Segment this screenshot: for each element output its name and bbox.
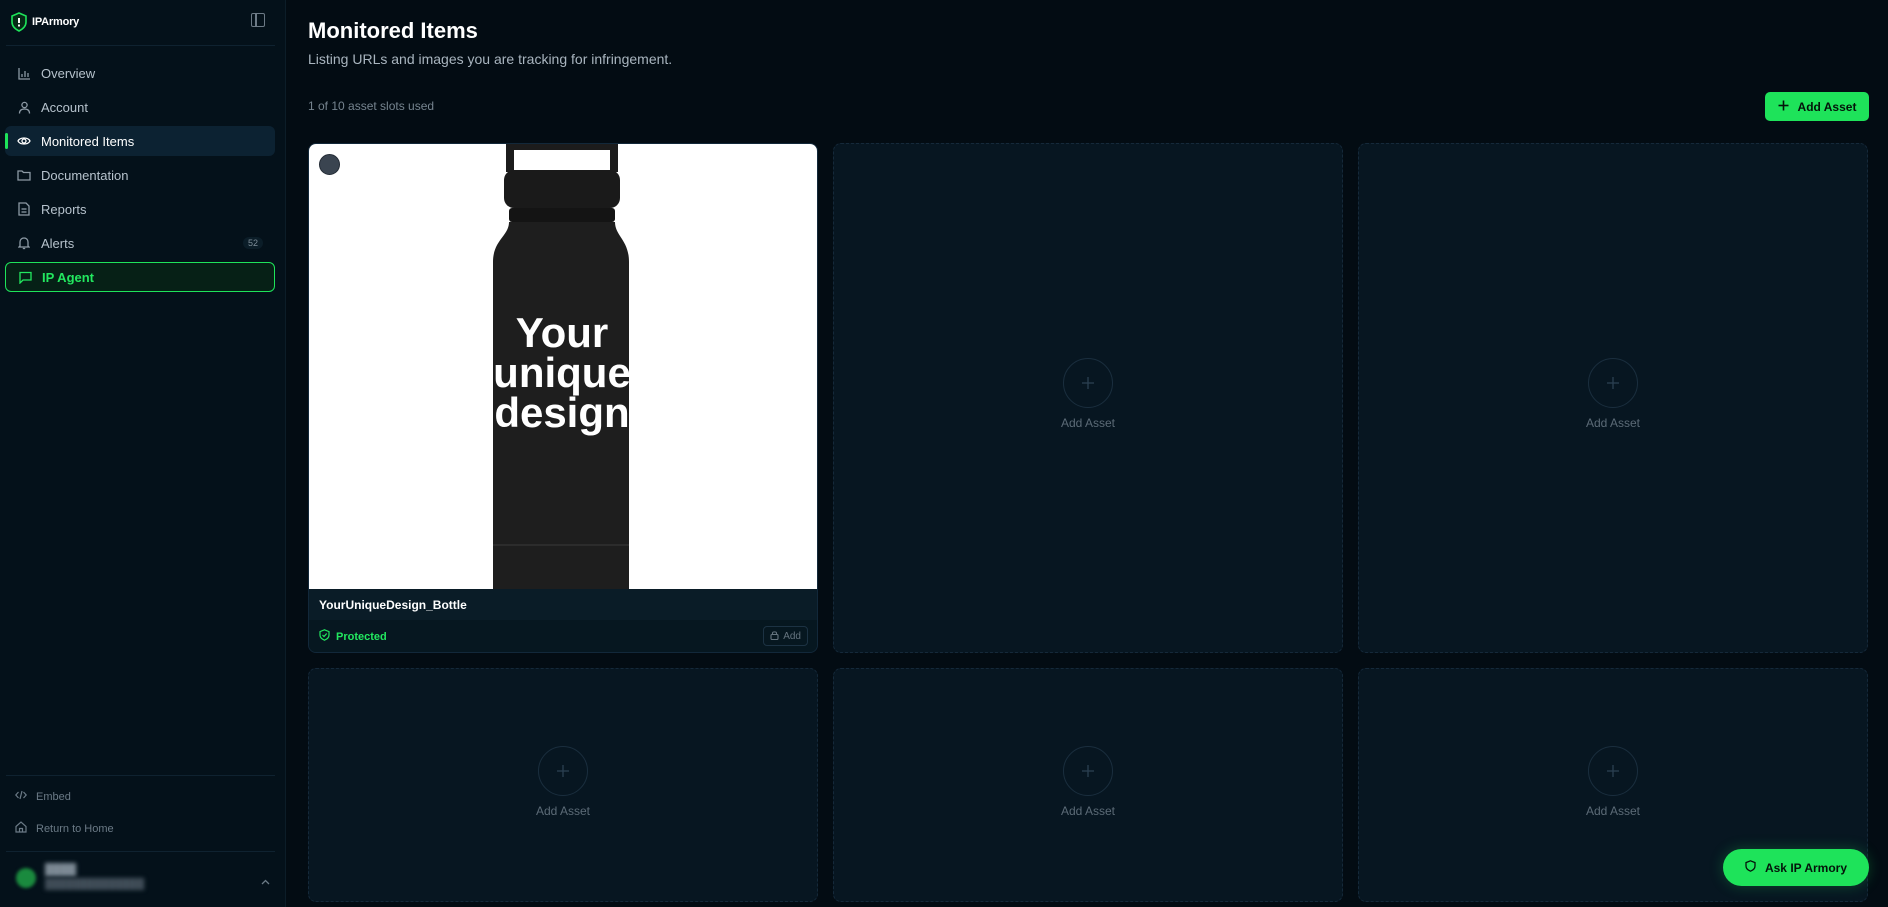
sidebar-item-account[interactable]: Account: [5, 92, 275, 122]
home-icon: [15, 821, 27, 836]
user-menu[interactable]: ████ ██████████████: [12, 862, 272, 892]
asset-name: YourUniqueDesign_Bottle: [319, 598, 467, 612]
locked-add-button[interactable]: Add: [763, 626, 808, 646]
empty-slot-label: Add Asset: [535, 804, 591, 818]
eye-icon: [17, 134, 31, 148]
sidebar-item-label: Overview: [41, 65, 96, 81]
empty-slot-card[interactable]: Add Asset: [1358, 143, 1868, 653]
divider: [6, 45, 275, 46]
folder-icon: [17, 168, 31, 182]
shield-logo-icon: [11, 12, 27, 32]
empty-slot-label: Add Asset: [1585, 804, 1641, 818]
embed-link[interactable]: Embed: [14, 790, 71, 803]
empty-slot-card[interactable]: Add Asset: [833, 143, 1343, 653]
chat-icon: [18, 270, 32, 284]
plus-circle-icon: [1063, 746, 1113, 796]
avatar: [16, 868, 36, 888]
asset-footer: Protected Add: [309, 620, 817, 652]
plus-circle-icon: [1588, 358, 1638, 408]
sidebar-item-label: Reports: [41, 201, 87, 217]
lock-icon: [770, 630, 779, 643]
asset-card[interactable]: Your unique design YourUniqueDesign_Bott…: [308, 143, 818, 653]
plus-icon: [1778, 100, 1789, 114]
sidebar-item-label: Monitored Items: [41, 133, 135, 149]
sidebar-item-documentation[interactable]: Documentation: [5, 160, 275, 190]
ask-ip-armory-button[interactable]: Ask IP Armory: [1723, 849, 1869, 886]
shield-icon: [1745, 860, 1756, 875]
user-name-blurred: ████: [45, 864, 77, 876]
add-asset-button[interactable]: Add Asset: [1765, 92, 1869, 121]
asset-image: Your unique design: [309, 144, 817, 589]
sidebar-item-monitored-items[interactable]: Monitored Items: [5, 126, 275, 156]
user-email-blurred: ██████████████: [45, 879, 145, 890]
user-icon: [17, 100, 31, 114]
divider: [6, 775, 275, 776]
alerts-count-badge: 52: [242, 237, 263, 249]
shield-check-icon: [319, 629, 330, 644]
select-checkbox[interactable]: [319, 154, 340, 175]
empty-slot-card[interactable]: Add Asset: [833, 668, 1343, 902]
plus-circle-icon: [1588, 746, 1638, 796]
sidebar: IPArmory Overview Account Monitored Item…: [0, 0, 286, 907]
sidebar-nav: Overview Account Monitored Items Documen…: [5, 58, 275, 296]
plus-circle-icon: [1063, 358, 1113, 408]
status-label: Protected: [336, 630, 387, 643]
empty-slot-label: Add Asset: [1060, 416, 1116, 430]
plus-circle-icon: [538, 746, 588, 796]
add-asset-label: Add Asset: [1797, 99, 1857, 114]
sidebar-item-label: Account: [41, 99, 88, 115]
return-home-label: Return to Home: [36, 822, 114, 835]
sidebar-item-label: Documentation: [41, 167, 129, 183]
sidebar-item-alerts[interactable]: Alerts 52: [5, 228, 275, 258]
lock-label: Add: [783, 630, 801, 642]
empty-slot-card[interactable]: Add Asset: [308, 668, 818, 902]
main-content: Monitored Items Listing URLs and images …: [287, 0, 1888, 907]
embed-label: Embed: [36, 790, 71, 803]
chevron-up-icon: [261, 872, 270, 890]
page-subtitle: Listing URLs and images you are tracking…: [308, 51, 673, 67]
sidebar-item-label: IP Agent: [42, 269, 95, 285]
return-home-link[interactable]: Return to Home: [15, 821, 114, 836]
sidebar-item-reports[interactable]: Reports: [5, 194, 275, 224]
ask-button-label: Ask IP Armory: [1764, 860, 1848, 875]
page-title: Monitored Items: [308, 18, 478, 43]
sidebar-item-label: Alerts: [41, 235, 75, 251]
document-icon: [17, 202, 31, 216]
sidebar-collapse-icon[interactable]: [251, 13, 265, 27]
empty-slot-label: Add Asset: [1060, 804, 1116, 818]
empty-slot-label: Add Asset: [1585, 416, 1641, 430]
slots-used-text: 1 of 10 asset slots used: [308, 99, 435, 113]
sidebar-item-overview[interactable]: Overview: [5, 58, 275, 88]
brand-logo[interactable]: IPArmory: [10, 11, 79, 33]
bar-chart-icon: [17, 66, 31, 80]
status-badge: Protected: [319, 629, 387, 644]
code-icon: [14, 790, 28, 803]
bell-icon: [17, 236, 31, 250]
bottle-text-line-3: design: [494, 389, 629, 436]
divider: [6, 851, 275, 852]
bottle-image: Your unique design: [493, 144, 631, 589]
brand-name: IPArmory: [32, 16, 80, 28]
sidebar-item-ip-agent[interactable]: IP Agent: [5, 262, 275, 292]
